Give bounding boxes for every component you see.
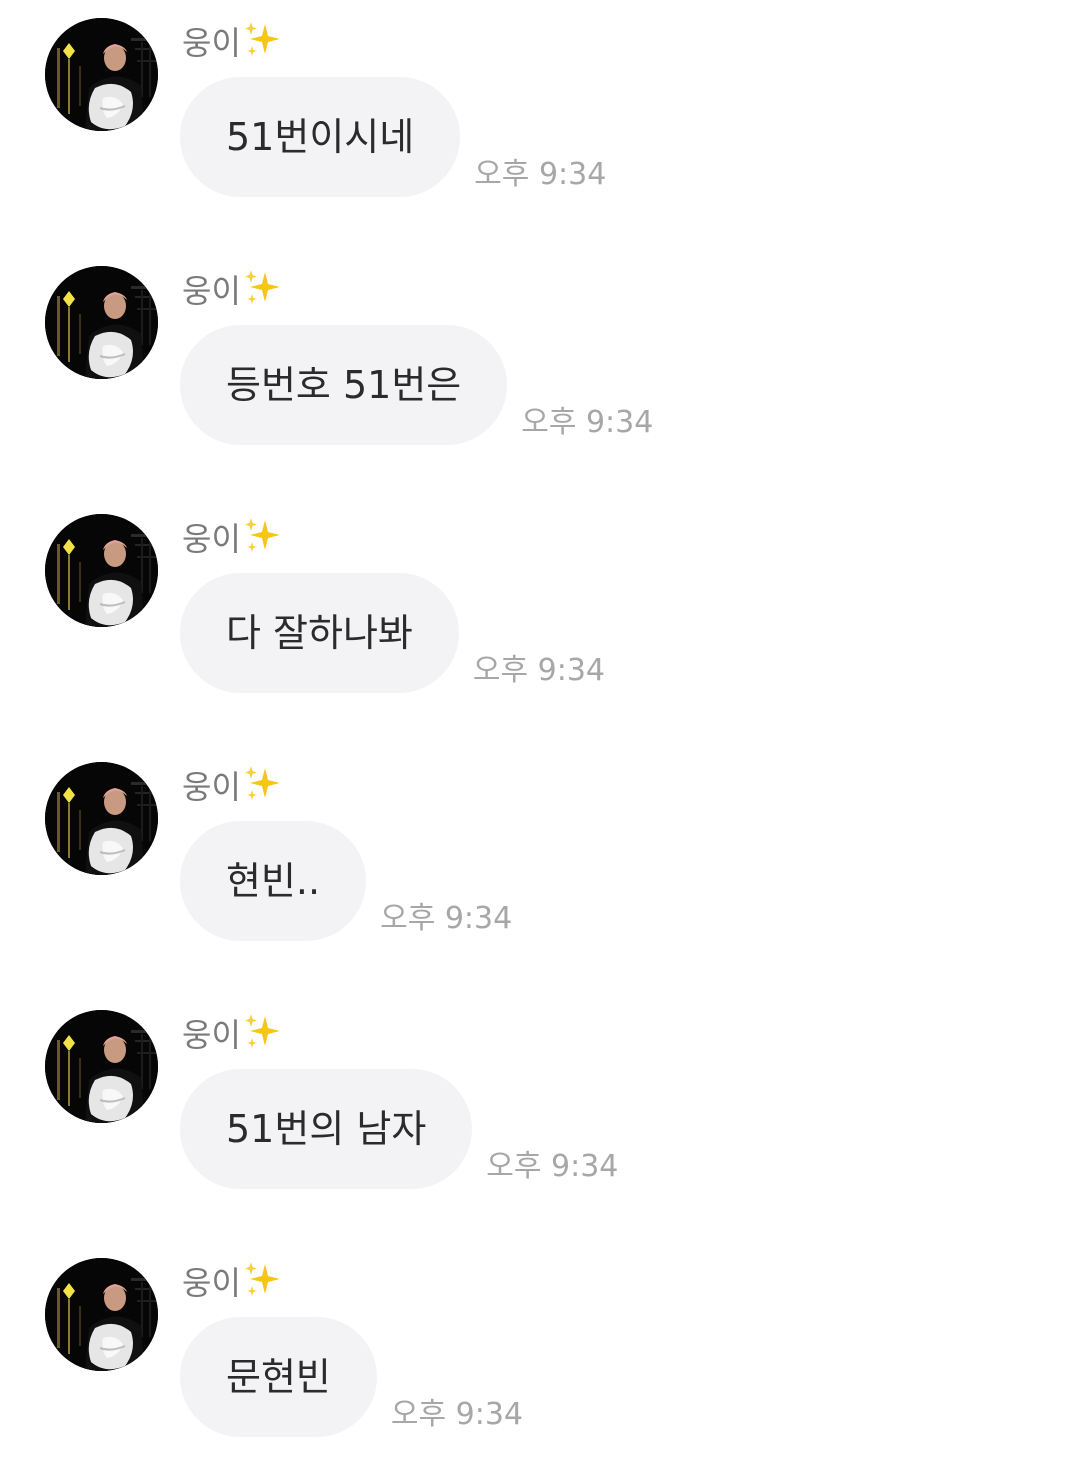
sender-name-line: 웅이 xyxy=(182,516,283,560)
avatar-photo xyxy=(45,266,158,379)
message-bubble-row: 문현빈 오후 9:34 xyxy=(180,1317,523,1437)
message-bubble-row: 51번이시네 오후 9:34 xyxy=(180,77,606,197)
sender-avatar[interactable] xyxy=(45,1010,158,1123)
sparkles-icon xyxy=(243,764,283,815)
message-timestamp: 오후 9:34 xyxy=(390,1397,523,1432)
message-timestamp: 오후 9:34 xyxy=(521,405,654,440)
avatar-photo xyxy=(45,514,158,627)
sender-name-line: 웅이 xyxy=(182,764,283,808)
sparkles-icon xyxy=(243,1260,283,1311)
sparkles-icon xyxy=(243,516,283,567)
sparkles-icon xyxy=(243,268,283,319)
message-row: 웅이 등번호 51번은 오후 9:34 xyxy=(0,248,1080,448)
sender-name: 웅이 xyxy=(182,520,241,558)
sender-name-line: 웅이 xyxy=(182,1260,283,1304)
sender-avatar[interactable] xyxy=(45,18,158,131)
chat-message-list[interactable]: 웅이 51번이시네 오후 9:34 웅이 등번호 51번은 오후 9:34 웅이… xyxy=(0,0,1080,1465)
sender-name-line: 웅이 xyxy=(182,268,283,312)
message-row: 웅이 51번의 남자 오후 9:34 xyxy=(0,992,1080,1192)
sparkles-icon xyxy=(243,20,283,71)
sender-name: 웅이 xyxy=(182,272,241,310)
message-bubble[interactable]: 51번의 남자 xyxy=(180,1069,473,1189)
message-row: 웅이 51번이시네 오후 9:34 xyxy=(0,0,1080,200)
message-timestamp: 오후 9:34 xyxy=(474,157,607,192)
message-bubble-row: 51번의 남자 오후 9:34 xyxy=(180,1069,618,1189)
avatar-photo xyxy=(45,762,158,875)
sender-name: 웅이 xyxy=(182,1264,241,1302)
sender-avatar[interactable] xyxy=(45,1258,158,1371)
sender-name: 웅이 xyxy=(182,768,241,806)
message-bubble-row: 현빈.. 오후 9:34 xyxy=(180,821,512,941)
avatar-photo xyxy=(45,1010,158,1123)
message-bubble[interactable]: 현빈.. xyxy=(180,821,367,941)
message-timestamp: 오후 9:34 xyxy=(486,1149,619,1184)
message-bubble[interactable]: 다 잘하나봐 xyxy=(180,573,459,693)
message-timestamp: 오후 9:34 xyxy=(472,653,605,688)
avatar-photo xyxy=(45,1258,158,1371)
message-row: 웅이 현빈.. 오후 9:34 xyxy=(0,744,1080,944)
sender-name: 웅이 xyxy=(182,1016,241,1054)
sender-avatar[interactable] xyxy=(45,514,158,627)
message-bubble[interactable]: 51번이시네 xyxy=(180,77,461,197)
sender-avatar[interactable] xyxy=(45,762,158,875)
avatar-photo xyxy=(45,18,158,131)
message-row: 웅이 문현빈 오후 9:34 xyxy=(0,1240,1080,1440)
message-bubble[interactable]: 문현빈 xyxy=(180,1317,377,1437)
sender-avatar[interactable] xyxy=(45,266,158,379)
message-bubble-row: 등번호 51번은 오후 9:34 xyxy=(180,325,653,445)
sender-name: 웅이 xyxy=(182,24,241,62)
sparkles-icon xyxy=(243,1012,283,1063)
message-timestamp: 오후 9:34 xyxy=(380,901,513,936)
message-bubble-row: 다 잘하나봐 오후 9:34 xyxy=(180,573,605,693)
sender-name-line: 웅이 xyxy=(182,20,283,64)
message-row: 웅이 다 잘하나봐 오후 9:34 xyxy=(0,496,1080,696)
message-bubble[interactable]: 등번호 51번은 xyxy=(180,325,508,445)
sender-name-line: 웅이 xyxy=(182,1012,283,1056)
